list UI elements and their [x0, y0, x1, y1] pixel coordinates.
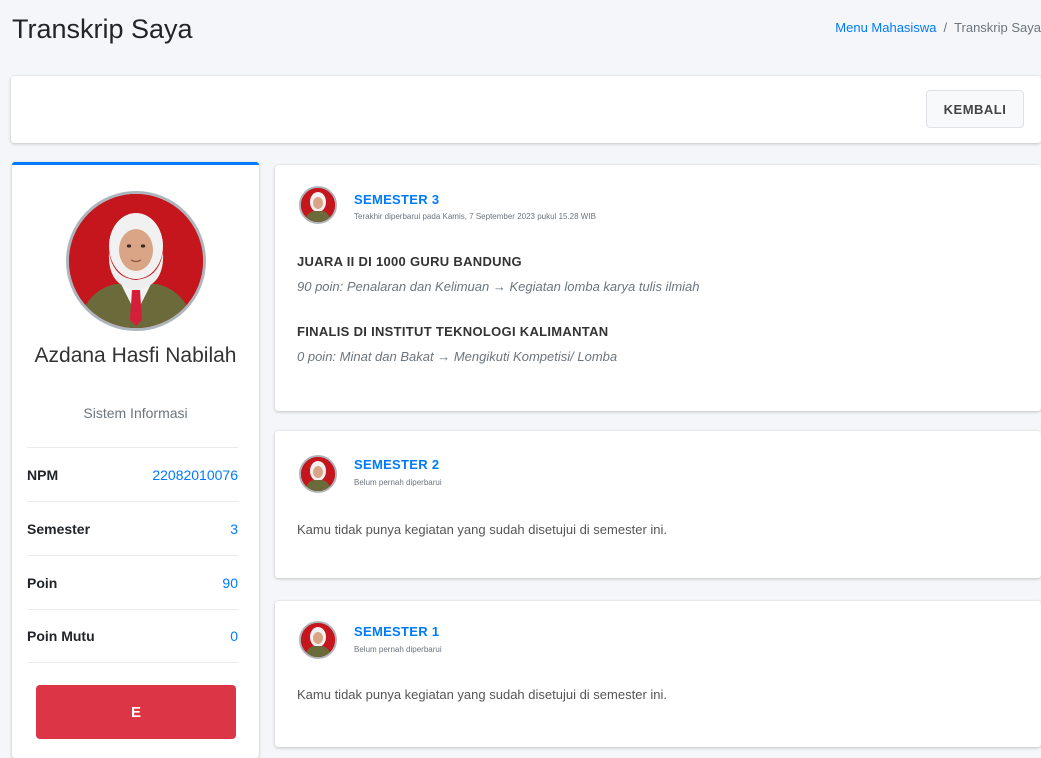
- breadcrumb-link-menu-mahasiswa[interactable]: Menu Mahasiswa: [835, 20, 936, 35]
- activity-desc: 90 poin: Penalaran dan Kelimuan → Kegiat…: [297, 279, 700, 294]
- semester-title: SEMESTER 3: [354, 192, 440, 207]
- stat-label: Poin Mutu: [27, 628, 95, 644]
- stat-row-poin: Poin 90: [27, 555, 238, 609]
- semester-avatar: [299, 455, 337, 493]
- avatar-photo: [301, 457, 335, 491]
- grade-button[interactable]: E: [36, 685, 236, 739]
- semester-card-2: SEMESTER 2 Belum pernah diperbarui Kamu …: [275, 431, 1041, 578]
- profile-card: Azdana Hasfi Nabilah Sistem Informasi NP…: [12, 162, 259, 758]
- semester-updated: Terakhir diperbarui pada Kamis, 7 Septem…: [354, 212, 596, 221]
- stat-row-semester: Semester 3: [27, 501, 238, 555]
- breadcrumb-separator: /: [943, 20, 948, 35]
- profile-major: Sistem Informasi: [83, 405, 188, 421]
- activity-title: JUARA II DI 1000 GURU BANDUNG: [297, 254, 522, 269]
- avatar-photo: [301, 623, 335, 657]
- breadcrumb-current: Transkrip Saya: [954, 20, 1041, 35]
- activity-title: FINALIS DI INSTITUT TEKNOLOGI KALIMANTAN: [297, 324, 609, 339]
- stat-label: Semester: [27, 520, 91, 537]
- page-title: Transkrip Saya: [12, 14, 193, 44]
- stat-list: NPM 22082010076 Semester 3 Poin 90 Poin …: [27, 447, 238, 663]
- semester-updated: Belum pernah diperbarui: [354, 478, 442, 487]
- empty-message: Kamu tidak punya kegiatan yang sudah dis…: [297, 522, 667, 537]
- stat-value: 22082010076: [152, 466, 238, 483]
- stat-label: Poin: [27, 574, 58, 591]
- activity-desc: 0 poin: Minat dan Bakat → Mengikuti Komp…: [297, 349, 618, 364]
- stat-label: NPM: [27, 466, 59, 483]
- stat-row-npm: NPM 22082010076: [27, 447, 238, 501]
- breadcrumb: Menu Mahasiswa / Transkrip Saya: [835, 20, 1041, 35]
- semester-title: SEMESTER 2: [354, 457, 440, 472]
- profile-name: Azdana Hasfi Nabilah: [34, 344, 237, 367]
- stat-value: 3: [230, 520, 238, 537]
- avatar-photo: [301, 188, 335, 222]
- avatar-photo: [69, 194, 203, 328]
- stat-row-poin-mutu: Poin Mutu 0: [27, 609, 238, 663]
- semester-updated: Belum pernah diperbarui: [354, 645, 442, 654]
- page-header: Transkrip Saya Menu Mahasiswa / Transkrip …: [0, 0, 1041, 66]
- semester-title: SEMESTER 1: [354, 624, 440, 639]
- avatar: [66, 191, 206, 331]
- stat-value: 90: [222, 574, 238, 591]
- empty-message: Kamu tidak punya kegiatan yang sudah dis…: [297, 687, 667, 702]
- back-button[interactable]: KEMBALI: [926, 90, 1024, 128]
- toolbar-card: KEMBALI: [11, 76, 1041, 143]
- stat-value: 0: [230, 628, 238, 644]
- semester-card-1: SEMESTER 1 Belum pernah diperbarui Kamu …: [275, 601, 1041, 747]
- semester-card-3: SEMESTER 3 Terakhir diperbarui pada Kami…: [275, 165, 1041, 411]
- semester-avatar: [299, 621, 337, 659]
- semester-avatar: [299, 186, 337, 224]
